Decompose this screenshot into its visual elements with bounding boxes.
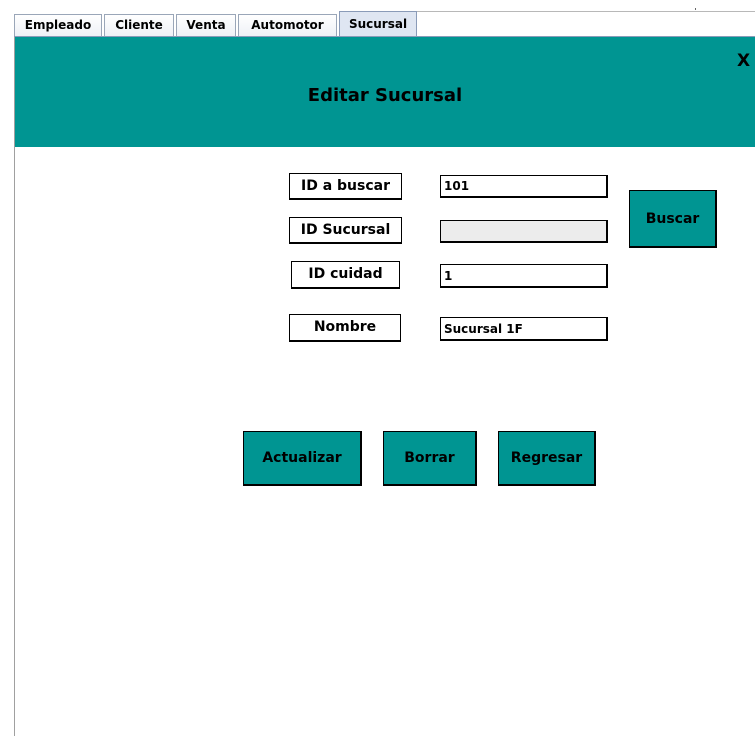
close-button[interactable]: X: [737, 51, 750, 71]
tab-cliente[interactable]: Cliente: [104, 14, 174, 36]
id-ciudad-label: ID cuidad: [291, 261, 400, 289]
window-mark: [695, 8, 696, 10]
borrar-button[interactable]: Borrar: [383, 431, 477, 486]
buscar-button[interactable]: Buscar: [629, 190, 717, 248]
header-banner: Editar Sucursal X: [15, 37, 755, 147]
regresar-button[interactable]: Regresar: [498, 431, 596, 486]
tab-bar: Empleado Cliente Venta Automotor Sucursa…: [14, 11, 755, 37]
tab-automotor[interactable]: Automotor: [238, 14, 337, 36]
tab-empleado[interactable]: Empleado: [14, 14, 102, 36]
page-title: Editar Sucursal: [307, 85, 463, 106]
tab-sucursal[interactable]: Sucursal: [339, 11, 417, 37]
tab-bar-topline: [416, 11, 755, 12]
id-buscar-label: ID a buscar: [289, 173, 402, 200]
id-ciudad-input[interactable]: [440, 264, 608, 288]
id-sucursal-input[interactable]: [440, 220, 608, 243]
nombre-label: Nombre: [289, 314, 401, 342]
id-sucursal-label: ID Sucursal: [289, 217, 402, 244]
actualizar-button[interactable]: Actualizar: [243, 431, 362, 486]
tab-venta[interactable]: Venta: [176, 14, 236, 36]
app-window: Empleado Cliente Venta Automotor Sucursa…: [0, 0, 755, 736]
nombre-input[interactable]: [440, 317, 608, 341]
id-buscar-input[interactable]: [440, 175, 608, 198]
